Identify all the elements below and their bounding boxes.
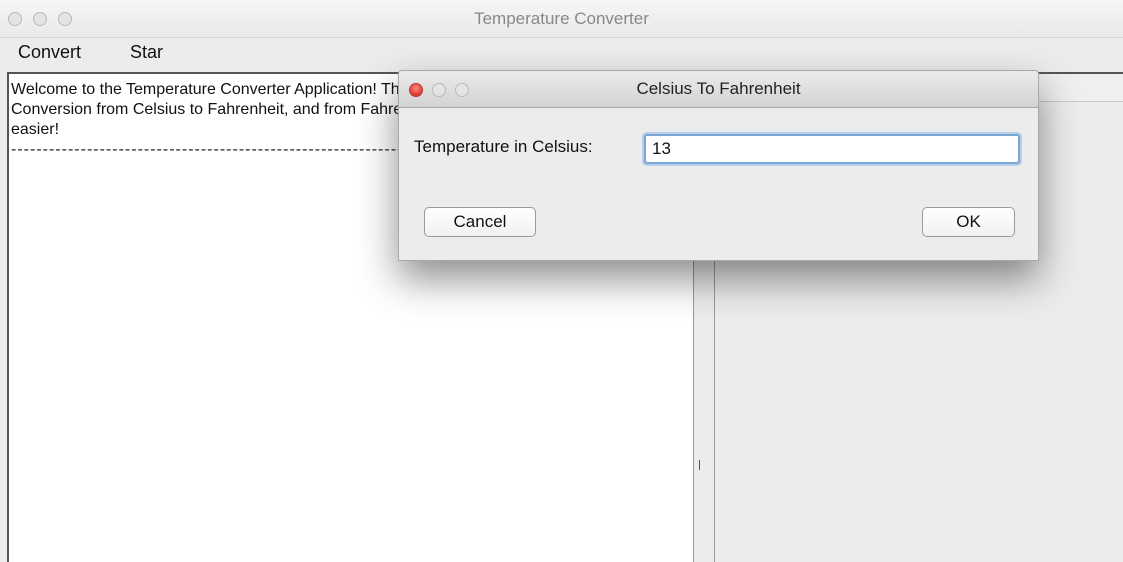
celsius-dialog: Celsius To Fahrenheit Temperature in Cel… <box>398 70 1039 261</box>
ok-button[interactable]: OK <box>922 207 1015 237</box>
main-window: Temperature Converter Convert Star Welco… <box>0 0 1123 562</box>
menu-convert[interactable]: Convert <box>18 42 81 63</box>
temperature-label: Temperature in Celsius: <box>414 137 593 156</box>
menu-star[interactable]: Star <box>130 42 163 63</box>
main-title-bar[interactable]: Temperature Converter <box>0 0 1123 38</box>
temperature-input[interactable] <box>644 134 1020 164</box>
dialog-title: Celsius To Fahrenheit <box>636 79 801 98</box>
cancel-button[interactable]: Cancel <box>424 207 536 237</box>
dialog-title-bar[interactable]: Celsius To Fahrenheit <box>399 71 1038 108</box>
menu-bar: Convert Star <box>0 38 1123 66</box>
drag-handle-icon[interactable] <box>699 460 704 470</box>
window-title: Temperature Converter <box>474 9 649 28</box>
